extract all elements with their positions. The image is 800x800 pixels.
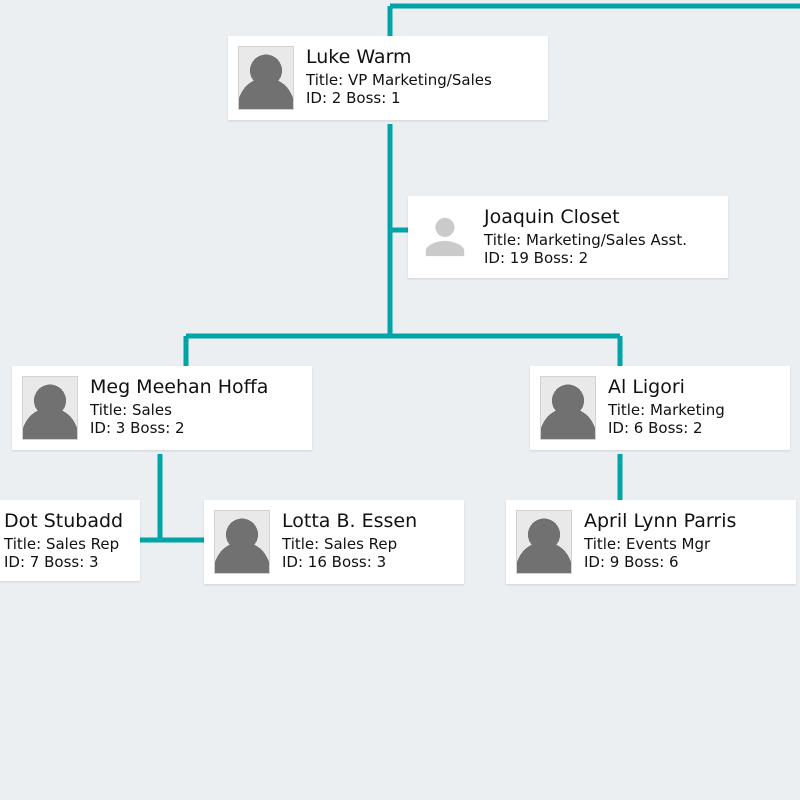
person-title: Title: VP Marketing/Sales — [306, 71, 492, 89]
person-id: ID: 6 Boss: 2 — [608, 419, 725, 437]
org-node-meg[interactable]: Meg Meehan Hoffa Title: Sales ID: 3 Boss… — [12, 366, 312, 450]
org-node-al[interactable]: Al Ligori Title: Marketing ID: 6 Boss: 2 — [530, 366, 790, 450]
org-node-luke[interactable]: Luke Warm Title: VP Marketing/Sales ID: … — [228, 36, 548, 120]
person-name: Al Ligori — [608, 376, 725, 399]
person-title: Title: Sales Rep — [4, 535, 123, 553]
person-id: ID: 7 Boss: 3 — [4, 553, 123, 571]
person-id: ID: 19 Boss: 2 — [484, 249, 687, 267]
person-id: ID: 2 Boss: 1 — [306, 89, 492, 107]
avatar-placeholder-icon — [418, 206, 472, 268]
person-name: Luke Warm — [306, 46, 492, 69]
avatar — [214, 510, 270, 574]
org-node-april[interactable]: April Lynn Parris Title: Events Mgr ID: … — [506, 500, 796, 584]
person-title: Title: Marketing — [608, 401, 725, 419]
person-title: Title: Marketing/Sales Asst. — [484, 231, 687, 249]
person-name: Joaquin Closet — [484, 206, 687, 229]
node-info: Lotta B. Essen Title: Sales Rep ID: 16 B… — [282, 510, 417, 571]
person-name: Meg Meehan Hoffa — [90, 376, 268, 399]
person-title: Title: Sales — [90, 401, 268, 419]
node-info: Meg Meehan Hoffa Title: Sales ID: 3 Boss… — [90, 376, 268, 437]
node-info: April Lynn Parris Title: Events Mgr ID: … — [584, 510, 736, 571]
person-name: April Lynn Parris — [584, 510, 736, 533]
person-name: Lotta B. Essen — [282, 510, 417, 533]
avatar — [516, 510, 572, 574]
person-id: ID: 3 Boss: 2 — [90, 419, 268, 437]
person-id: ID: 9 Boss: 6 — [584, 553, 736, 571]
person-id: ID: 16 Boss: 3 — [282, 553, 417, 571]
org-node-lotta[interactable]: Lotta B. Essen Title: Sales Rep ID: 16 B… — [204, 500, 464, 584]
avatar — [238, 46, 294, 110]
node-info: Al Ligori Title: Marketing ID: 6 Boss: 2 — [608, 376, 725, 437]
org-node-joaquin[interactable]: Joaquin Closet Title: Marketing/Sales As… — [408, 196, 728, 278]
person-name: Dot Stubadd — [4, 510, 123, 533]
node-info: Luke Warm Title: VP Marketing/Sales ID: … — [306, 46, 492, 107]
avatar — [22, 376, 78, 440]
node-info: Joaquin Closet Title: Marketing/Sales As… — [484, 206, 687, 267]
avatar — [540, 376, 596, 440]
person-title: Title: Sales Rep — [282, 535, 417, 553]
person-title: Title: Events Mgr — [584, 535, 736, 553]
org-node-dot[interactable]: Dot Stubadd Title: Sales Rep ID: 7 Boss:… — [0, 500, 140, 581]
node-info: Dot Stubadd Title: Sales Rep ID: 7 Boss:… — [4, 510, 123, 571]
